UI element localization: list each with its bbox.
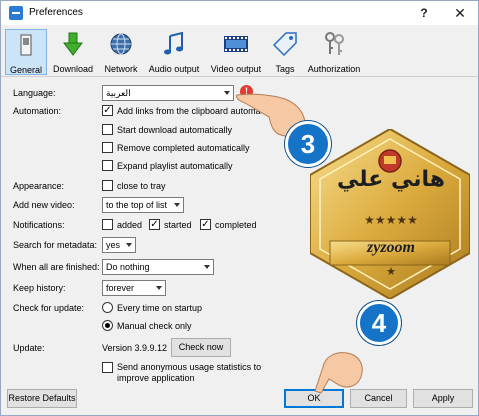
keys-icon	[325, 32, 344, 55]
when-finished-label: When all are finished:	[13, 262, 100, 272]
tab-authorization[interactable]: Authorization	[305, 29, 363, 75]
restore-defaults-button[interactable]: Restore Defaults	[7, 389, 77, 408]
watermark-brand: zyzoom	[367, 239, 415, 256]
usage-stats-checkbox[interactable]	[102, 362, 113, 373]
app-icon	[9, 6, 23, 20]
add-new-video-value: to the top of list	[106, 200, 168, 210]
version-text: Version 3.9.9.12	[102, 343, 168, 353]
language-select[interactable]: العربية	[102, 85, 234, 101]
watermark-name: هاني علي	[337, 167, 445, 192]
music-note-icon	[164, 31, 183, 55]
automation-label: Automation:	[13, 106, 62, 116]
expand-playlist-checkbox[interactable]	[102, 160, 113, 171]
notify-added-label: added	[117, 220, 143, 230]
tab-network[interactable]: Network	[100, 29, 142, 75]
notify-completed-label: completed	[215, 220, 257, 230]
add-new-video-label: Add new video:	[13, 200, 75, 210]
tab-label: Network	[104, 64, 138, 74]
update-startup-label: Every time on startup	[117, 303, 203, 313]
check-now-button[interactable]: Check now	[171, 338, 231, 357]
apply-button[interactable]: Apply	[413, 389, 473, 408]
tab-tags[interactable]: Tags	[269, 29, 301, 75]
globe-icon	[110, 33, 132, 55]
start-download-label: Start download automatically	[117, 125, 233, 135]
language-label: Language:	[13, 88, 56, 98]
tag-icon	[272, 32, 297, 57]
close-button[interactable]: ✕	[445, 1, 475, 25]
clipboard-links-label: Add links from the clipboard automa	[117, 106, 261, 116]
tab-label: Video output	[210, 64, 262, 74]
title-bar: Preferences ? ✕	[1, 1, 478, 25]
when-finished-value: Do nothing	[106, 262, 150, 272]
add-new-video-select[interactable]: to the top of list	[102, 197, 184, 213]
watermark-stars: ★★★★★	[364, 213, 418, 227]
chevron-down-icon	[156, 286, 162, 290]
warning-icon: !	[240, 85, 253, 98]
update-label: Update:	[13, 343, 45, 353]
usage-stats-label-line1: Send anonymous usage statistics to	[117, 362, 262, 372]
tab-label: Tags	[275, 64, 295, 74]
update-manual-label: Manual check only	[117, 321, 192, 331]
update-manual-radio[interactable]	[102, 320, 113, 331]
tab-label: Authorization	[307, 64, 361, 74]
close-to-tray-label: close to tray	[117, 181, 166, 191]
ok-button[interactable]: OK	[284, 389, 344, 408]
film-strip-icon	[224, 36, 248, 52]
update-startup-radio[interactable]	[102, 302, 113, 313]
notify-started-checkbox[interactable]: ✓	[149, 219, 160, 230]
start-download-checkbox[interactable]	[102, 124, 113, 135]
tab-label: Audio output	[148, 64, 200, 74]
keep-history-label: Keep history:	[13, 283, 66, 293]
check-update-label: Check for update:	[13, 303, 85, 313]
remove-completed-checkbox[interactable]	[102, 142, 113, 153]
chevron-down-icon	[224, 91, 230, 95]
tab-video-output[interactable]: Video output	[208, 29, 264, 75]
chevron-down-icon	[126, 243, 132, 247]
trophy-icon	[378, 149, 402, 173]
notify-started-label: started	[164, 220, 192, 230]
watermark-badge	[310, 129, 470, 299]
window-title: Preferences	[29, 7, 83, 18]
notifications-label: Notifications:	[13, 220, 65, 230]
step-badge-4: 4	[357, 301, 401, 345]
keep-history-value: forever	[106, 283, 135, 293]
notify-added-checkbox[interactable]	[102, 219, 113, 230]
keep-history-select[interactable]: forever	[102, 280, 166, 296]
preferences-window: Preferences ? ✕ General Download Network…	[0, 0, 479, 416]
search-metadata-select[interactable]: yes	[102, 237, 136, 253]
tab-label: Download	[52, 64, 94, 74]
tab-download[interactable]: Download	[51, 29, 95, 75]
when-finished-select[interactable]: Do nothing	[102, 259, 214, 275]
pointing-hand-icon	[314, 352, 363, 394]
download-arrow-icon	[63, 32, 83, 56]
preferences-toolbar: General Download Network Audio output Vi…	[1, 25, 478, 77]
search-metadata-value: yes	[106, 240, 121, 250]
notify-completed-checkbox[interactable]: ✓	[200, 219, 211, 230]
language-value: العربية	[106, 88, 131, 98]
help-button[interactable]: ?	[409, 1, 439, 25]
appearance-label: Appearance:	[13, 181, 65, 191]
tab-label: General	[9, 65, 43, 75]
switch-icon	[20, 34, 32, 56]
search-metadata-label: Search for metadata:	[13, 240, 98, 250]
tab-general[interactable]: General	[5, 29, 47, 75]
cancel-button[interactable]: Cancel	[350, 389, 407, 408]
clipboard-links-checkbox[interactable]: ✓	[102, 105, 113, 116]
close-to-tray-checkbox[interactable]	[102, 180, 113, 191]
remove-completed-label: Remove completed automatically	[117, 143, 250, 153]
chevron-down-icon	[204, 265, 210, 269]
tab-audio-output[interactable]: Audio output	[146, 29, 202, 75]
step-badge-3: 3	[285, 121, 331, 167]
expand-playlist-label: Expand playlist automatically	[117, 161, 233, 171]
chevron-down-icon	[174, 203, 180, 207]
usage-stats-label-line2: improve application	[117, 373, 195, 383]
watermark-star: ★	[386, 266, 396, 278]
